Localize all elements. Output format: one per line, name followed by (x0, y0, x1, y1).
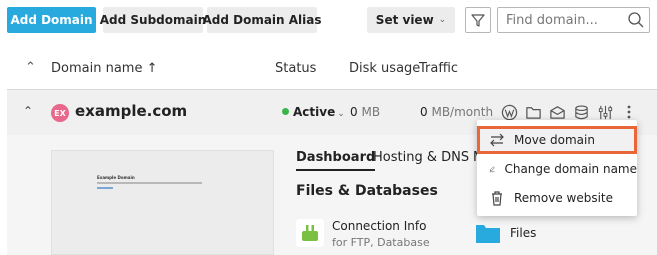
chevron-down-icon: ⌄ (438, 15, 447, 25)
pencil-icon (489, 166, 495, 173)
trash-icon (492, 191, 502, 206)
preview-link-line (97, 187, 113, 189)
set-view-label: Set view (375, 13, 434, 27)
traffic-unit: MB/month (431, 105, 494, 119)
traffic-value: 0 MB/month (420, 105, 493, 119)
row-actions (500, 103, 614, 121)
menu-item-label: Change domain name (504, 162, 637, 176)
database-icon[interactable] (572, 103, 590, 121)
add-domain-button[interactable]: Add Domain (7, 7, 96, 33)
search-icon[interactable] (627, 11, 645, 29)
tile-files[interactable]: Files (474, 219, 536, 247)
filter-icon (471, 14, 485, 27)
settings-sliders-icon[interactable] (596, 103, 614, 121)
chevron-down-icon: ⌄ (337, 109, 345, 119)
menu-item-remove-website[interactable]: Remove website (477, 184, 637, 212)
domain-actions-menu: Move domain Change domain name Remove we… (477, 120, 637, 216)
disk-unit: MB (361, 105, 381, 119)
folder-icon (474, 219, 502, 247)
plug-icon (296, 219, 324, 247)
tab-dashboard[interactable]: Dashboard (296, 150, 376, 171)
search-input[interactable] (506, 12, 624, 28)
preview-text-line (97, 182, 202, 184)
tab-hosting-dns[interactable]: Hosting & DNS (373, 150, 469, 169)
column-domain-name[interactable]: Domain name ↑ (51, 61, 157, 76)
traffic-number: 0 (420, 105, 428, 119)
menu-item-change-domain-name[interactable]: Change domain name (477, 155, 637, 183)
domain-favicon: EX (51, 104, 69, 122)
section-title: Files & Databases (296, 183, 438, 199)
search-field[interactable] (497, 7, 650, 33)
disk-usage-value: 0 MB (350, 105, 380, 119)
table-header: ⌃ Domain name ↑ Status Disk usage Traffi… (0, 52, 657, 88)
tile-connection-info[interactable]: Connection Info for FTP, Database (296, 219, 430, 249)
tile-connection-info-sub: for FTP, Database (332, 236, 430, 249)
collapse-row-icon[interactable]: ⌃ (23, 104, 33, 118)
column-status[interactable]: Status (275, 61, 316, 76)
favicon-text: EX (54, 108, 66, 118)
tile-connection-info-label: Connection Info (332, 219, 427, 233)
collapse-all-icon[interactable]: ⌃ (25, 60, 36, 75)
mail-icon[interactable] (548, 103, 566, 121)
domain-name-link[interactable]: example.com (75, 102, 187, 120)
disk-number: 0 (350, 105, 358, 119)
tile-files-label: Files (510, 226, 537, 240)
website-preview[interactable]: Example Domain (51, 150, 274, 255)
add-domain-alias-button[interactable]: Add Domain Alias (202, 7, 322, 33)
menu-item-move-domain[interactable]: Move domain (477, 126, 637, 154)
folder-icon[interactable] (524, 103, 542, 121)
set-view-dropdown[interactable]: Set view ⌄ (367, 7, 455, 33)
column-disk-usage[interactable]: Disk usage (349, 61, 420, 76)
column-traffic[interactable]: Traffic (419, 61, 458, 76)
status-dot (282, 108, 289, 115)
wordpress-icon[interactable] (500, 103, 518, 121)
transfer-arrows-icon (490, 133, 504, 147)
status-dropdown[interactable]: Active ⌄ (282, 105, 345, 119)
menu-item-label: Remove website (514, 191, 613, 205)
preview-site-title: Example Domain (97, 175, 135, 180)
filter-button[interactable] (465, 7, 491, 33)
add-subdomain-button[interactable]: Add Subdomain (100, 7, 206, 33)
menu-item-label: Move domain (514, 133, 595, 147)
status-label: Active (293, 105, 336, 119)
